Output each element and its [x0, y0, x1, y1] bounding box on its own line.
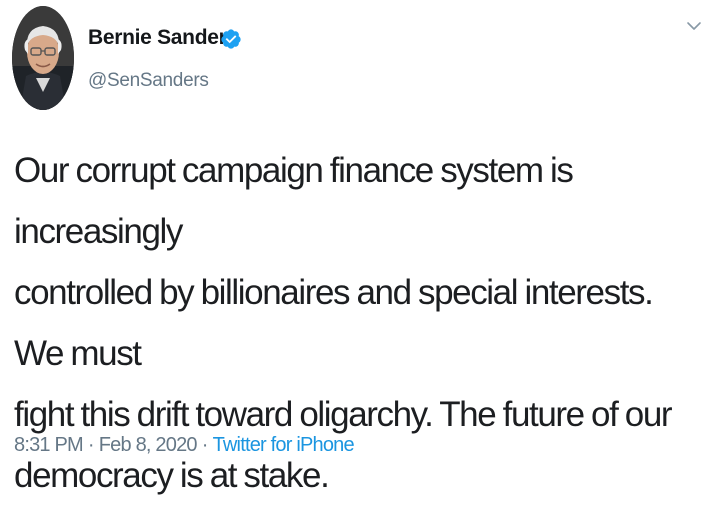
- tweet-date[interactable]: Feb 8, 2020: [99, 434, 198, 456]
- tweet-source-link[interactable]: Twitter for iPhone: [213, 434, 355, 456]
- separator: ·: [201, 434, 209, 456]
- chevron-down-icon[interactable]: [686, 20, 702, 32]
- tweet-time[interactable]: 8:31 PM: [14, 434, 84, 456]
- display-name[interactable]: Bernie Sanders: [88, 26, 238, 50]
- profile-photo-icon: [12, 6, 74, 110]
- user-handle[interactable]: @SenSanders: [88, 70, 209, 92]
- tweet-metadata: 8:31 PM · Feb 8, 2020 · Twitter for iPhone: [14, 434, 355, 457]
- tweet-card: Bernie Sanders @SenSanders Our corrupt c…: [0, 0, 710, 500]
- verified-badge-icon: [221, 29, 241, 49]
- separator: ·: [87, 434, 95, 456]
- avatar[interactable]: [12, 6, 74, 110]
